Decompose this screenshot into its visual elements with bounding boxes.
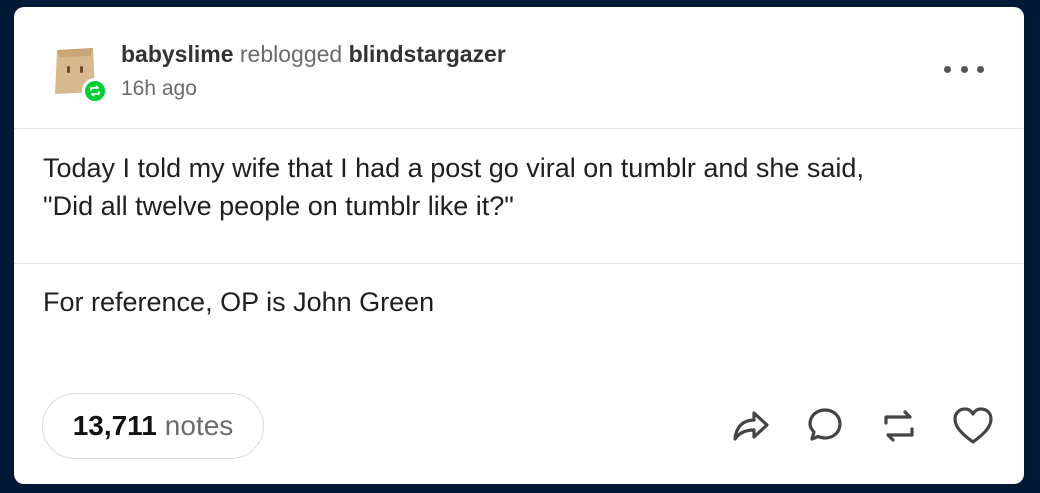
byline: babyslime reblogged blindstargazer bbox=[121, 40, 506, 68]
post-card: babyslime reblogged blindstargazer 16h a… bbox=[14, 7, 1024, 484]
heart-icon bbox=[953, 407, 993, 444]
reblogger-username[interactable]: babyslime bbox=[121, 41, 234, 67]
share-icon bbox=[733, 411, 769, 441]
ellipsis-icon bbox=[944, 65, 951, 73]
reblog-verb: reblogged bbox=[239, 41, 343, 67]
reblog-icon bbox=[884, 410, 914, 442]
reblog-comment: For reference, OP is John Green bbox=[43, 287, 435, 317]
reblog-button[interactable] bbox=[876, 403, 922, 449]
like-button[interactable] bbox=[950, 403, 996, 449]
post-body: Today I told my wife that I had a post g… bbox=[43, 149, 993, 225]
post-header: babyslime reblogged blindstargazer 16h a… bbox=[14, 7, 1024, 129]
post-actions bbox=[700, 403, 996, 449]
notes-count: 13,711 bbox=[72, 410, 157, 441]
reblog-icon bbox=[90, 85, 100, 97]
share-button[interactable] bbox=[728, 403, 774, 449]
notes-label: notes bbox=[164, 410, 234, 441]
post-timestamp[interactable]: 16h ago bbox=[121, 76, 197, 102]
post-body-line-1: Today I told my wife that I had a post g… bbox=[43, 153, 864, 183]
ellipsis-icon bbox=[960, 65, 968, 73]
original-author-username[interactable]: blindstargazer bbox=[349, 41, 506, 67]
post-body-line-2: "Did all twelve people on tumblr like it… bbox=[43, 191, 514, 221]
more-options-button[interactable] bbox=[944, 59, 984, 79]
ellipsis-icon bbox=[977, 65, 984, 73]
reply-icon bbox=[808, 408, 842, 441]
reblog-divider bbox=[14, 263, 1024, 264]
notes-button[interactable]: 13,711 notes bbox=[42, 393, 264, 459]
reblog-badge bbox=[82, 78, 108, 104]
reply-button[interactable] bbox=[802, 403, 848, 449]
